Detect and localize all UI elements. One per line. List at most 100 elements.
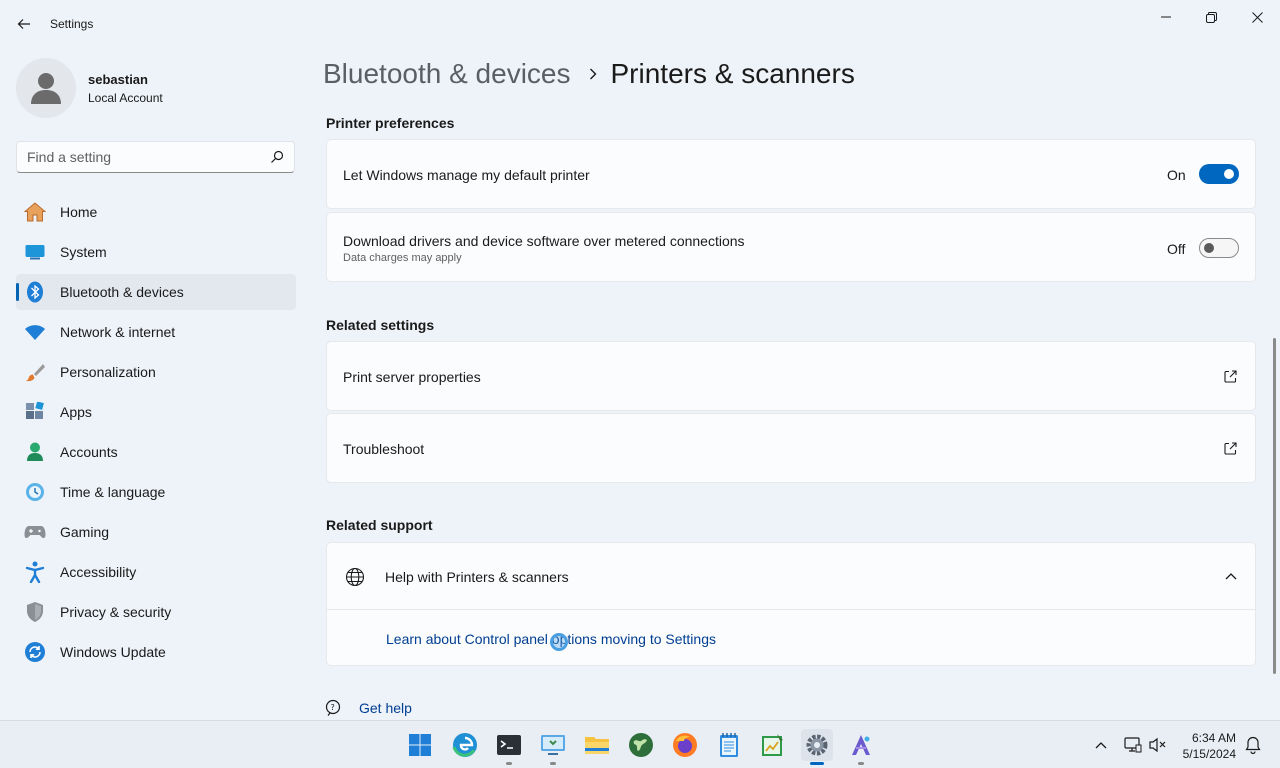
taskbar-spreadsheet[interactable] bbox=[757, 729, 789, 761]
manage-default-printer-toggle[interactable] bbox=[1199, 164, 1239, 184]
start-button[interactable] bbox=[404, 729, 436, 761]
close-icon bbox=[1251, 11, 1263, 23]
manage-default-printer-row: Let Windows manage my default printer On bbox=[326, 139, 1256, 209]
taskbar-edge[interactable] bbox=[449, 729, 481, 761]
display-network-icon bbox=[1124, 737, 1142, 753]
page-title: Printers & scanners bbox=[610, 58, 855, 89]
search-box bbox=[16, 141, 295, 173]
avatar bbox=[16, 58, 76, 118]
profile-name: sebastian bbox=[88, 71, 148, 87]
notifications-button[interactable] bbox=[1243, 735, 1263, 755]
print-server-properties-row[interactable]: Print server properties bbox=[326, 341, 1256, 411]
title-bar: Settings bbox=[0, 0, 1280, 48]
sidebar-item-home[interactable]: Home bbox=[16, 194, 296, 230]
remote-desktop-icon bbox=[541, 735, 565, 755]
settings-icon bbox=[806, 734, 828, 756]
sidebar-item-apps[interactable]: Apps bbox=[16, 394, 296, 430]
sidebar-item-personalization[interactable]: Personalization bbox=[16, 354, 296, 390]
chevron-up-icon[interactable] bbox=[1225, 572, 1237, 580]
sidebar-item-gaming[interactable]: Gaming bbox=[16, 514, 296, 550]
taskbar-globe-app[interactable] bbox=[625, 729, 657, 761]
app-title: Settings bbox=[50, 17, 94, 31]
wifi-icon bbox=[24, 321, 46, 343]
breadcrumb-parent-link[interactable]: Bluetooth & devices bbox=[323, 58, 571, 90]
toggle-state-label: On bbox=[1167, 167, 1186, 183]
section-title-printer-preferences: Printer preferences bbox=[326, 115, 455, 131]
sidebar-item-privacy-security[interactable]: Privacy & security bbox=[16, 594, 296, 630]
sidebar-item-time-language[interactable]: Time & language bbox=[16, 474, 296, 510]
notepad-icon bbox=[720, 733, 738, 757]
section-title-related-support: Related support bbox=[326, 517, 433, 533]
update-icon bbox=[24, 641, 46, 663]
metered-connection-toggle[interactable] bbox=[1199, 238, 1239, 258]
bell-icon bbox=[1245, 736, 1261, 754]
taskbar-notepad[interactable] bbox=[713, 729, 745, 761]
search-icon[interactable] bbox=[270, 150, 284, 164]
globe-app-icon bbox=[629, 733, 653, 757]
toggle-state-label: Off bbox=[1167, 241, 1186, 257]
taskbar-settings[interactable] bbox=[801, 729, 833, 765]
accessibility-icon bbox=[24, 561, 46, 583]
get-help-link-container[interactable]: ? Get help bbox=[325, 699, 412, 717]
profile-account-type: Local Account bbox=[88, 90, 163, 105]
taskbar-terminal[interactable] bbox=[493, 729, 525, 765]
sidebar-item-system[interactable]: System bbox=[16, 234, 296, 270]
scrollbar[interactable] bbox=[1273, 338, 1276, 674]
chevron-up-icon bbox=[1095, 742, 1107, 749]
sidebar-item-label: System bbox=[60, 244, 107, 260]
home-icon bbox=[24, 201, 46, 223]
sidebar-item-windows-update[interactable]: Windows Update bbox=[16, 634, 296, 670]
brush-icon bbox=[24, 361, 46, 383]
taskbar-firefox[interactable] bbox=[669, 729, 701, 761]
sidebar-item-network[interactable]: Network & internet bbox=[16, 314, 296, 350]
sidebar-item-label: Time & language bbox=[60, 484, 166, 500]
clock-date: 5/15/2024 bbox=[1182, 747, 1236, 761]
network-status-button[interactable] bbox=[1123, 735, 1143, 755]
search-input[interactable] bbox=[17, 142, 257, 172]
accounts-icon bbox=[24, 441, 46, 463]
troubleshoot-row[interactable]: Troubleshoot bbox=[326, 413, 1256, 483]
shield-icon bbox=[24, 601, 46, 623]
sidebar-item-label: Personalization bbox=[60, 364, 156, 380]
back-button[interactable] bbox=[12, 12, 36, 36]
help-expander: Help with Printers & scanners Learn abou… bbox=[326, 542, 1256, 666]
setting-label: Let Windows manage my default printer bbox=[343, 167, 590, 183]
taskbar-paint[interactable] bbox=[845, 729, 877, 765]
get-help-icon: ? bbox=[325, 699, 341, 716]
sidebar-item-label: Windows Update bbox=[60, 644, 166, 660]
volume-button[interactable] bbox=[1148, 735, 1168, 755]
sidebar-item-label: Gaming bbox=[60, 524, 110, 540]
edge-icon bbox=[452, 733, 477, 757]
sidebar-item-label: Accounts bbox=[60, 444, 118, 460]
globe-icon bbox=[345, 567, 365, 587]
close-button[interactable] bbox=[1239, 6, 1275, 28]
sidebar-item-accessibility[interactable]: Accessibility bbox=[16, 554, 296, 590]
speaker-muted-icon bbox=[1149, 737, 1166, 753]
sidebar-item-label: Privacy & security bbox=[60, 604, 172, 620]
restore-button[interactable] bbox=[1193, 6, 1229, 28]
sidebar-nav: Home System Bluetooth & devices Network … bbox=[16, 194, 296, 674]
setting-description: Data charges may apply bbox=[343, 252, 462, 264]
taskbar-clock[interactable]: 6:34 AM 5/15/2024 bbox=[1183, 730, 1236, 762]
taskbar-remote-desktop[interactable] bbox=[537, 729, 569, 765]
svg-text:?: ? bbox=[331, 703, 335, 712]
sidebar-item-label: Accessibility bbox=[60, 564, 137, 580]
metered-connection-row: Download drivers and device software ove… bbox=[326, 212, 1256, 282]
taskbar-file-explorer[interactable] bbox=[581, 729, 613, 761]
sidebar-item-accounts[interactable]: Accounts bbox=[16, 434, 296, 470]
section-title-related-settings: Related settings bbox=[326, 317, 435, 333]
terminal-icon bbox=[497, 735, 521, 755]
bluetooth-icon bbox=[24, 281, 46, 303]
open-external-icon bbox=[1224, 442, 1237, 455]
mouse-cursor-indicator bbox=[550, 633, 568, 651]
breadcrumb: Bluetooth & devices Printers & scanners bbox=[323, 58, 855, 90]
show-hidden-icons-button[interactable] bbox=[1091, 735, 1111, 755]
minimize-button[interactable] bbox=[1148, 6, 1184, 28]
user-profile[interactable]: sebastian Local Account bbox=[16, 58, 163, 118]
help-expander-header[interactable]: Help with Printers & scanners bbox=[327, 543, 1255, 610]
minimize-icon bbox=[1161, 16, 1171, 18]
sidebar-item-bluetooth-devices[interactable]: Bluetooth & devices bbox=[16, 274, 296, 310]
get-help-link: Get help bbox=[359, 700, 412, 716]
person-icon bbox=[31, 73, 61, 104]
start-icon bbox=[409, 734, 431, 756]
